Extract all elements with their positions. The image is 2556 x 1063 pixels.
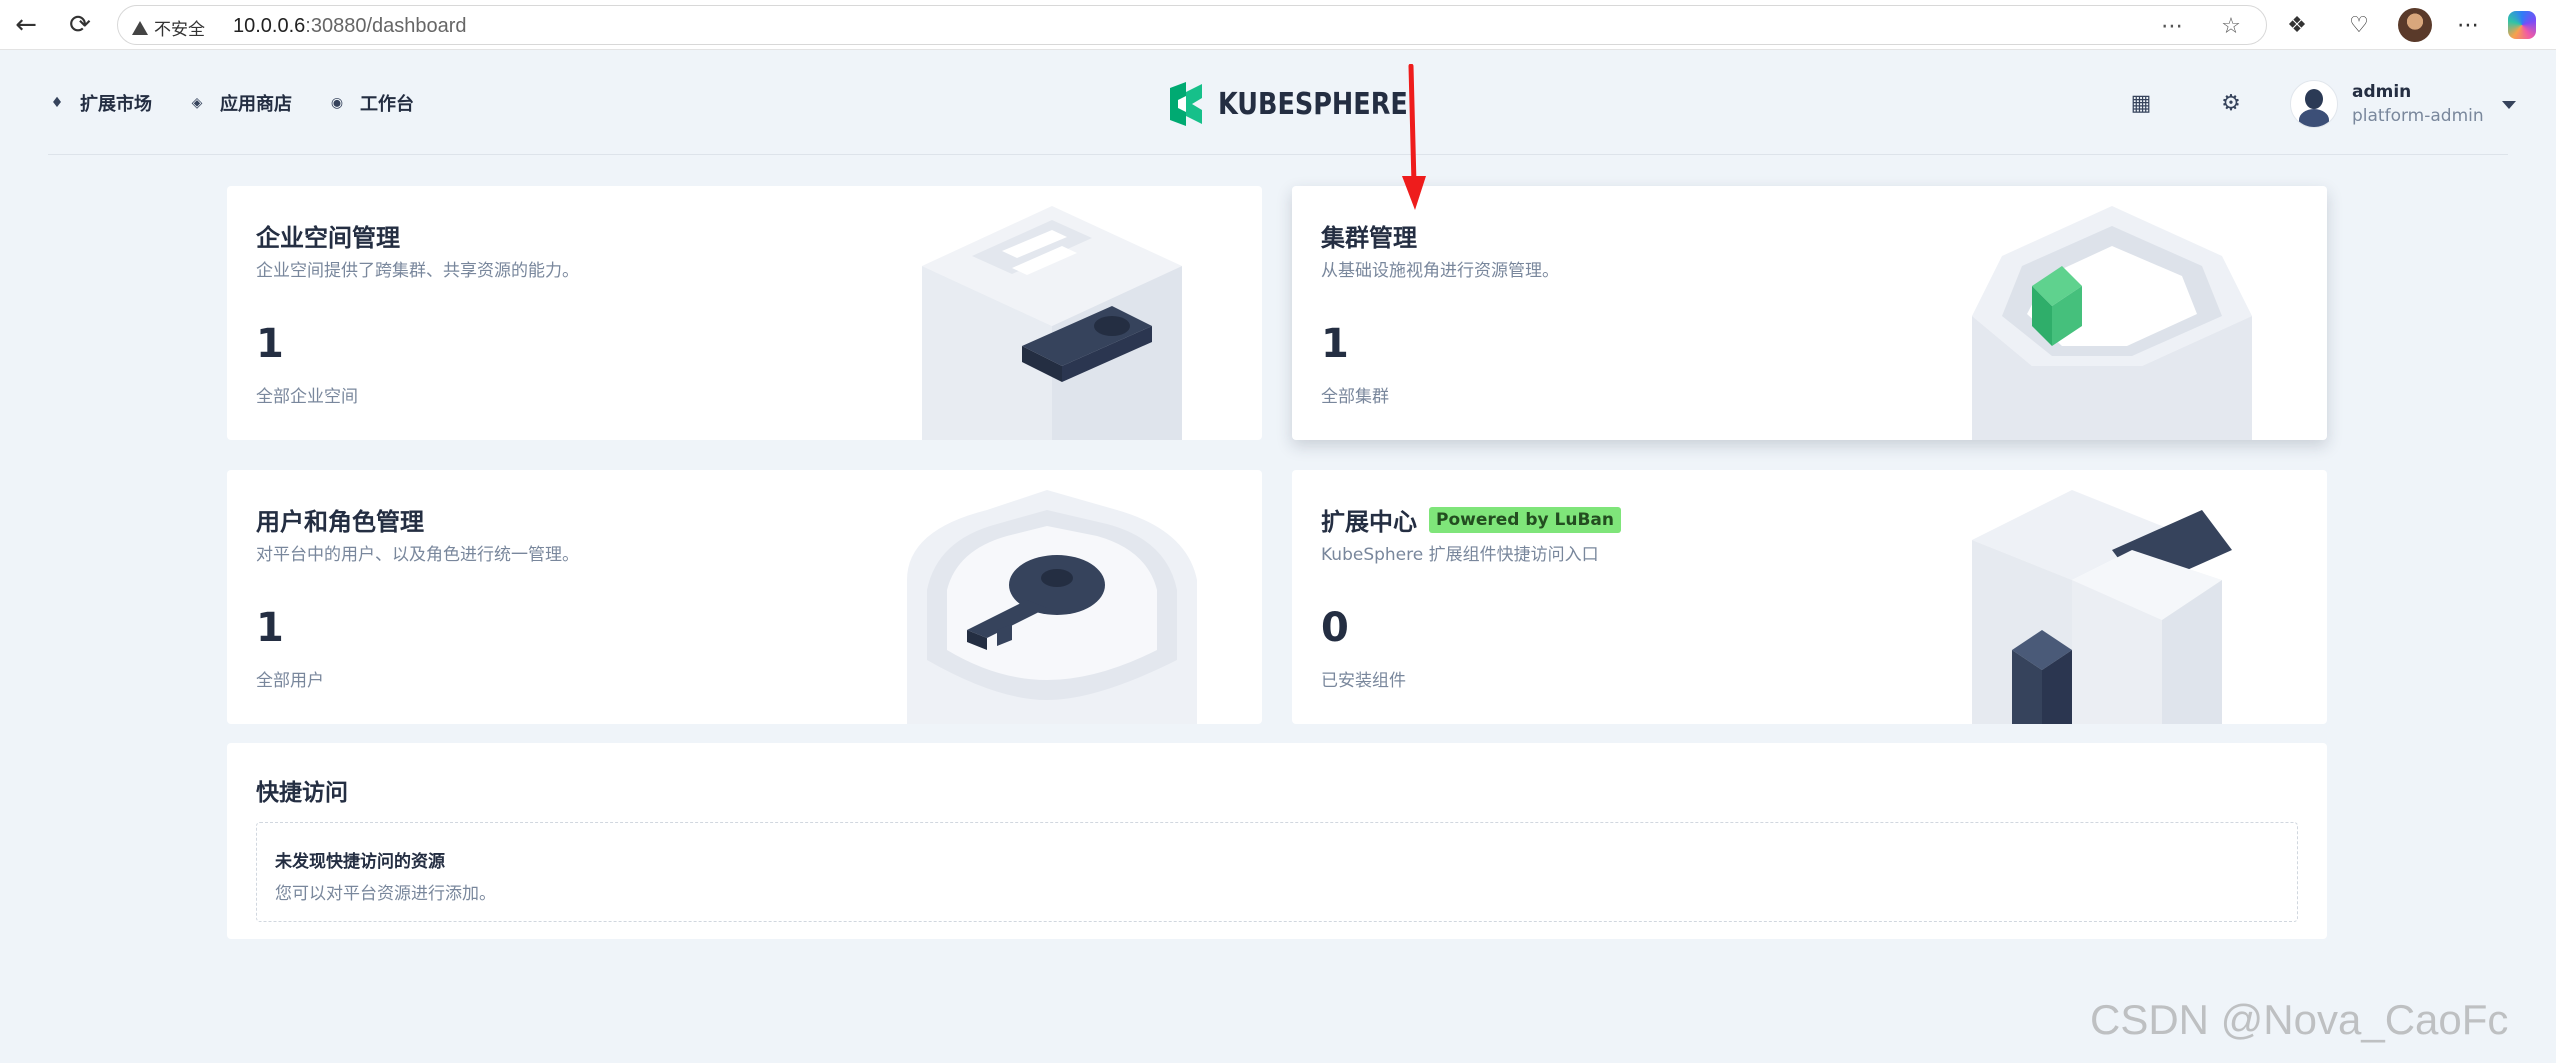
workspace-illustration-icon xyxy=(922,206,1182,440)
red-arrow-annotation-icon xyxy=(1402,64,1426,210)
address-bar[interactable]: 不安全 10.0.0.6:30880/dashboard ⋯ ☆ xyxy=(117,5,2267,45)
workspace-card[interactable]: 企业空间管理 企业空间提供了跨集群、共享资源的能力。 1 全部企业空间 xyxy=(227,186,1262,440)
avatar xyxy=(2290,80,2338,128)
nav-extension-market[interactable]: ♦ 扩展市场 xyxy=(48,90,152,116)
nav-workbench[interactable]: ◉ 工作台 xyxy=(328,90,414,116)
security-label: 不安全 xyxy=(154,20,205,40)
watermark-text: CSDN @Nova_CaoFc xyxy=(2090,996,2509,1043)
copilot-icon[interactable] xyxy=(2508,11,2536,39)
users-card[interactable]: 用户和角色管理 对平台中的用户、以及角色进行统一管理。 1 全部用户 xyxy=(227,470,1262,724)
luban-badge: Powered by LuBan xyxy=(1429,506,1622,533)
user-name: admin xyxy=(2352,82,2412,102)
quick-access-panel: 快捷访问 未发现快捷访问的资源 您可以对平台资源进行添加。 xyxy=(227,743,2327,939)
user-info: admin platform-admin xyxy=(2352,82,2484,126)
quick-access-empty-state: 未发现快捷访问的资源 您可以对平台资源进行添加。 xyxy=(256,822,2298,922)
settings-gear-icon[interactable]: ⚙ xyxy=(2216,88,2246,118)
favorite-star-icon[interactable]: ☆ xyxy=(2217,12,2245,40)
card-desc: KubeSphere 扩展组件快捷访问入口 xyxy=(1321,545,1599,565)
card-count-label: 全部企业空间 xyxy=(256,387,358,407)
browser-essentials-icon[interactable]: ♡ xyxy=(2342,8,2376,42)
card-title: 扩展中心 Powered by LuBan xyxy=(1321,502,1622,537)
warning-icon xyxy=(132,20,148,35)
card-desc: 对平台中的用户、以及角色进行统一管理。 xyxy=(256,545,579,565)
header-divider xyxy=(48,154,2508,155)
top-header: ♦ 扩展市场 ◈ 应用商店 ◉ 工作台 KUBESPHERE xyxy=(0,50,2556,155)
profile-avatar-icon[interactable] xyxy=(2398,8,2432,42)
card-count-label: 全部集群 xyxy=(1321,387,1389,407)
workbench-icon: ◉ xyxy=(330,95,344,111)
empty-title: 未发现快捷访问的资源 xyxy=(275,852,445,872)
url-path: :30880/dashboard xyxy=(305,15,467,37)
card-count-label: 已安装组件 xyxy=(1321,671,1406,691)
back-icon[interactable]: ← xyxy=(8,7,44,43)
card-count: 0 xyxy=(1321,605,1349,651)
nav-label: 应用商店 xyxy=(220,94,292,115)
user-role: platform-admin xyxy=(2352,106,2484,126)
extensions-card[interactable]: 扩展中心 Powered by LuBan KubeSphere 扩展组件快捷访… xyxy=(1292,470,2327,724)
card-desc: 企业空间提供了跨集群、共享资源的能力。 xyxy=(256,261,579,281)
kubesphere-logo-icon xyxy=(1170,82,1202,126)
extension-blocks-illustration-icon xyxy=(1972,490,2232,724)
card-count: 1 xyxy=(256,321,284,367)
card-desc: 从基础设施视角进行资源管理。 xyxy=(1321,261,1559,281)
card-count: 1 xyxy=(256,605,284,651)
logo-text: KUBESPHERE xyxy=(1218,86,1408,122)
nav-label: 工作台 xyxy=(360,94,414,115)
reload-icon[interactable]: ⟳ xyxy=(62,7,98,43)
extension-market-icon: ♦ xyxy=(50,95,64,111)
reader-mode-icon[interactable]: ⋯ xyxy=(2158,12,2186,40)
card-title: 集群管理 xyxy=(1321,224,1417,252)
apps-grid-icon[interactable]: ▦ xyxy=(2126,88,2156,118)
app-store-icon: ◈ xyxy=(191,95,203,111)
more-menu-icon[interactable]: ⋯ xyxy=(2451,8,2485,42)
nav-app-store[interactable]: ◈ 应用商店 xyxy=(188,90,292,116)
browser-toolbar: ← ⟳ 不安全 10.0.0.6:30880/dashboard ⋯ ☆ ❖ ♡… xyxy=(0,0,2556,50)
empty-desc: 您可以对平台资源进行添加。 xyxy=(275,884,496,904)
top-nav: ♦ 扩展市场 ◈ 应用商店 ◉ 工作台 xyxy=(48,90,414,116)
quick-access-title: 快捷访问 xyxy=(256,780,348,806)
nav-label: 扩展市场 xyxy=(80,94,152,115)
card-count: 1 xyxy=(1321,321,1349,367)
card-count-label: 全部用户 xyxy=(256,671,324,691)
card-title-text: 扩展中心 xyxy=(1321,508,1417,536)
security-warning[interactable]: 不安全 xyxy=(132,15,205,40)
extensions-puzzle-icon[interactable]: ❖ xyxy=(2280,8,2314,42)
key-shield-illustration-icon xyxy=(907,490,1197,724)
card-title: 用户和角色管理 xyxy=(256,508,424,536)
cluster-card[interactable]: 集群管理 从基础设施视角进行资源管理。 1 全部集群 xyxy=(1292,186,2327,440)
user-menu[interactable]: admin platform-admin xyxy=(2290,80,2484,128)
card-title: 企业空间管理 xyxy=(256,224,400,252)
cluster-hexagon-illustration-icon xyxy=(1972,206,2252,440)
url-host: 10.0.0.6 xyxy=(233,15,306,37)
chevron-down-icon[interactable] xyxy=(2502,101,2516,109)
url-text[interactable]: 10.0.0.6:30880/dashboard xyxy=(233,15,467,38)
